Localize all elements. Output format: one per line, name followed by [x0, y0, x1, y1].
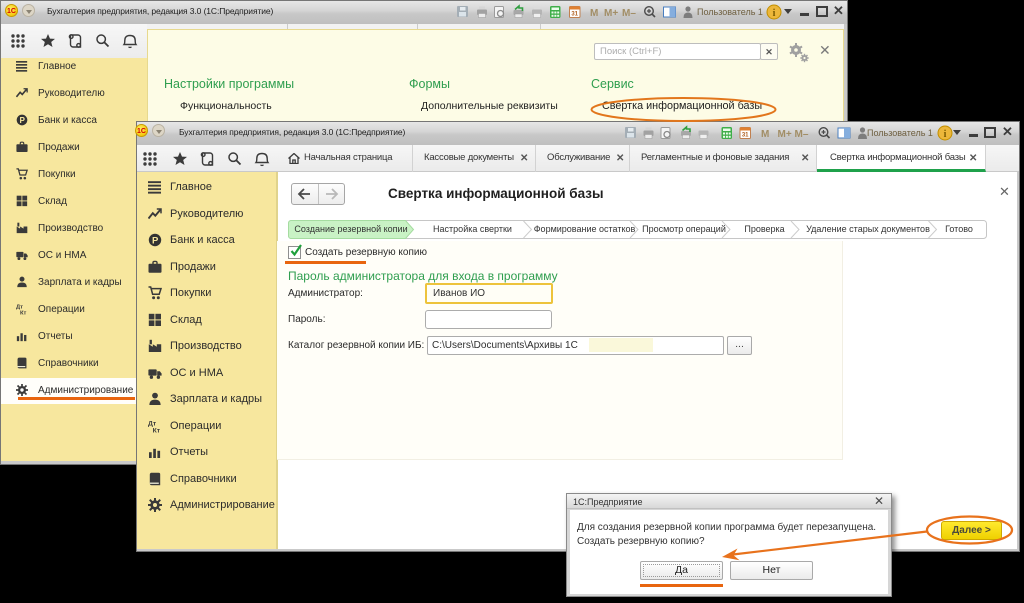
svg-text:М–: М–: [622, 8, 636, 19]
svg-text:М+: М+: [604, 8, 618, 19]
svg-text:М+: М+: [777, 129, 791, 140]
svg-text:i: i: [944, 129, 947, 140]
svg-text:М: М: [590, 8, 598, 19]
svg-text:i: i: [773, 8, 776, 19]
svg-text:М: М: [761, 129, 769, 140]
svg-text:31: 31: [741, 133, 748, 139]
svg-text:31: 31: [571, 12, 578, 18]
svg-text:М–: М–: [794, 129, 808, 140]
